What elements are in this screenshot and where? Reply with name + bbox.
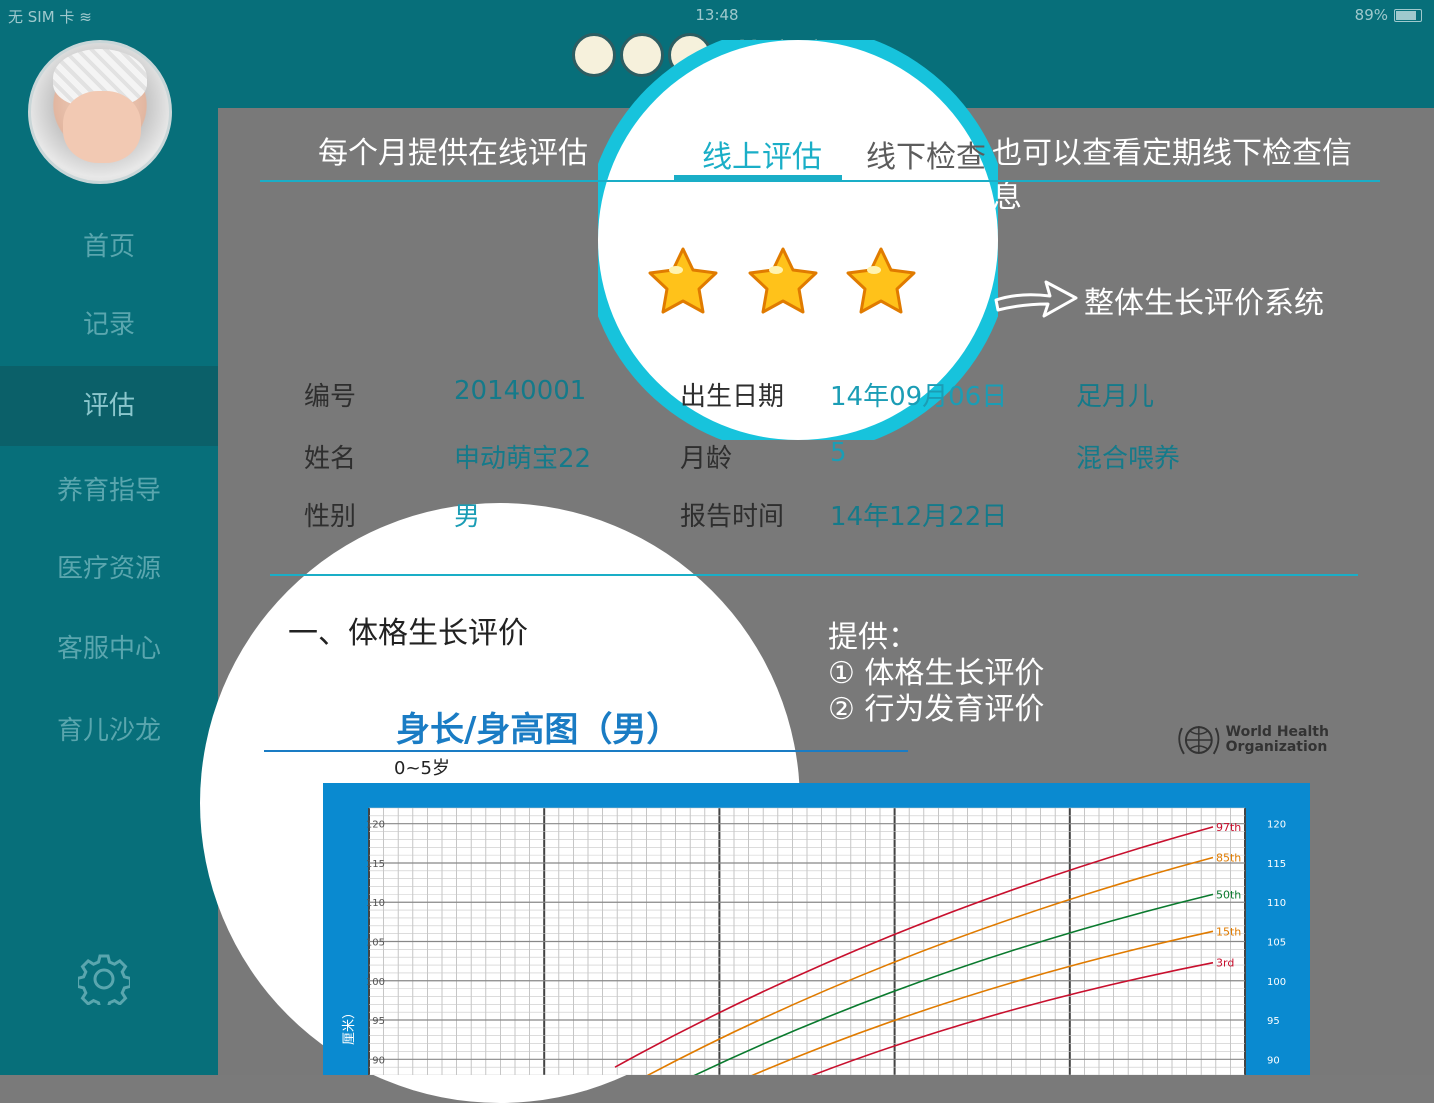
chart-title: 身长/身高图（男） bbox=[396, 710, 681, 750]
wifi-icon: ≋ bbox=[79, 8, 92, 26]
tab-divider bbox=[260, 180, 1380, 182]
avatar-face bbox=[63, 91, 141, 163]
term-value: 足月儿 bbox=[1076, 382, 1155, 412]
y-tick-label-right: 100 bbox=[1267, 977, 1286, 988]
id-label: 编号 bbox=[304, 382, 357, 412]
curve-label-85th: 85th bbox=[1216, 851, 1241, 864]
avatar[interactable] bbox=[28, 40, 172, 184]
age-label: 月龄 bbox=[680, 444, 733, 474]
tab-bar: 每个月提供在线评估 线上评估 线下检查 也可以查看定期线下检查信息 bbox=[260, 108, 1380, 215]
who-logo: World Health Organization bbox=[1176, 720, 1434, 760]
gender-label: 性别 bbox=[304, 502, 357, 532]
birth-label: 出生日期 bbox=[680, 382, 785, 412]
growth-chart: 120 120 115 115 110 110 105 105 100 100 95 95 90 90 9… bbox=[323, 783, 1310, 1075]
rating-label: 整体生长评价系统 bbox=[1084, 286, 1324, 321]
birth-value: 14年09月06日 bbox=[830, 382, 1008, 412]
sidebar-item-records[interactable]: 记录 bbox=[0, 304, 218, 341]
tab-offline-checkup[interactable]: 线下检查 bbox=[866, 132, 986, 176]
age-value: 5 bbox=[830, 438, 847, 468]
gender-value: 男 bbox=[454, 502, 481, 532]
chart-y-label: 厘米） bbox=[342, 1006, 357, 1045]
curve-label-97th: 97th bbox=[1216, 821, 1241, 834]
y-tick-label-left: 100 bbox=[366, 977, 385, 988]
star-icon bbox=[648, 247, 718, 314]
chart-grid bbox=[368, 807, 1246, 1075]
y-tick-label-left: 115 bbox=[366, 859, 385, 870]
sidebar: 首页 记录 评估 养育指导 医疗资源 客服中心 育儿沙龙 bbox=[0, 0, 236, 1075]
name-value: 申动萌宝22 bbox=[454, 444, 592, 474]
sidebar-item-label: 评估 bbox=[82, 391, 135, 421]
y-tick-label-left: 90 bbox=[372, 1055, 385, 1066]
sidebar-item-parenting-salon[interactable]: 育儿沙龙 bbox=[0, 710, 218, 747]
star-icon bbox=[846, 247, 916, 314]
section-divider bbox=[270, 574, 1358, 576]
provide-item-2: ② 行为发育评价 bbox=[828, 692, 1045, 727]
y-tick-label-left: 95 bbox=[372, 1016, 385, 1027]
sidebar-item-customer-service[interactable]: 客服中心 bbox=[0, 628, 218, 665]
status-carrier: 无 SIM 卡 ≋ bbox=[8, 8, 92, 26]
logo-face-2 bbox=[620, 32, 664, 77]
gear-icon[interactable] bbox=[78, 953, 130, 1005]
arrow-right-icon bbox=[994, 280, 1078, 318]
tabs-right-caption: 也可以查看定期线下检查信息 bbox=[992, 136, 1352, 215]
logo-face-1 bbox=[572, 32, 616, 77]
sidebar-item-assessment[interactable]: 评估 bbox=[0, 366, 236, 446]
battery-percent: 89% bbox=[1354, 6, 1388, 24]
report-label: 报告时间 bbox=[680, 502, 785, 532]
tab-online-assessment[interactable]: 线上评估 bbox=[702, 132, 822, 176]
sidebar-item-medical-resources[interactable]: 医疗资源 bbox=[0, 548, 218, 585]
y-tick-label-left: 105 bbox=[366, 938, 385, 949]
sidebar-item-parenting-guide[interactable]: 养育指导 bbox=[0, 470, 218, 507]
report-value: 14年12月22日 bbox=[830, 502, 1008, 532]
sidebar-item-home[interactable]: 首页 bbox=[0, 226, 218, 263]
y-tick-label-right: 105 bbox=[1267, 938, 1286, 949]
status-battery: 89% bbox=[1355, 6, 1422, 24]
y-tick-label-left: 110 bbox=[366, 898, 385, 909]
chart-subtitle: 0~5岁 bbox=[394, 758, 450, 779]
provide-note: 提供： ① 体格生长评价 ② 行为发育评价 bbox=[828, 620, 1044, 728]
id-value: 20140001 bbox=[454, 376, 587, 406]
y-tick-label-right: 120 bbox=[1267, 820, 1286, 831]
battery-icon bbox=[1394, 8, 1422, 22]
y-tick-label-right: 90 bbox=[1267, 1055, 1280, 1066]
curve-label-3rd: 3rd bbox=[1216, 957, 1234, 970]
who-text: World Health Organization bbox=[1225, 724, 1329, 755]
y-tick-label-right: 110 bbox=[1267, 898, 1286, 909]
main-content: 每个月提供在线评估 线上评估 线下检查 也可以查看定期线下检查信息 整体生长评价… bbox=[200, 40, 1434, 1103]
name-label: 姓名 bbox=[304, 444, 357, 474]
feeding-value: 混合喂养 bbox=[1076, 444, 1181, 474]
y-tick-label-right: 115 bbox=[1267, 859, 1286, 870]
provide-item-1: ① 体格生长评价 bbox=[828, 656, 1045, 691]
tabs-left-caption: 每个月提供在线评估 bbox=[318, 136, 588, 171]
y-tick-label-right: 95 bbox=[1267, 1016, 1280, 1027]
tab-active-underline bbox=[674, 175, 842, 180]
chart-title-rule bbox=[264, 750, 908, 752]
curve-label-15th: 15th bbox=[1216, 925, 1241, 938]
y-tick-label-left: 120 bbox=[366, 820, 385, 831]
curve-label-50th: 50th bbox=[1216, 888, 1241, 901]
battery-fill bbox=[1396, 10, 1416, 20]
provide-heading: 提供： bbox=[828, 620, 918, 655]
who-emblem-icon bbox=[1178, 726, 1220, 755]
section-title: 一、体格生长评价 bbox=[288, 616, 528, 651]
star-icon bbox=[748, 247, 818, 314]
